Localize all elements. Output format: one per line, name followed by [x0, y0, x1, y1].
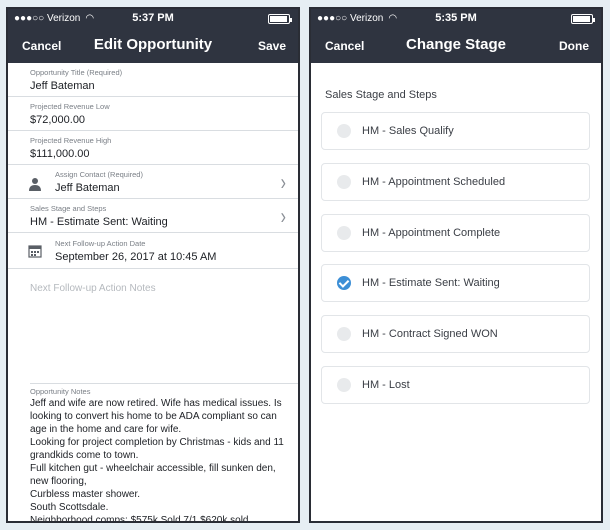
change-stage-screen: ●●●○○ Verizon ◠ 5:35 PM Cancel Change Sta…: [309, 7, 603, 523]
clock: 5:35 PM: [435, 12, 477, 24]
done-button[interactable]: Done: [559, 39, 589, 53]
stage-option-selected[interactable]: HM - Estimate Sent: Waiting: [321, 264, 590, 302]
divider: [30, 383, 298, 384]
battery-icon: [268, 14, 292, 24]
stage-option[interactable]: HM - Appointment Scheduled: [321, 163, 590, 201]
radio-icon: [337, 226, 351, 240]
sales-stage-field[interactable]: Sales Stage and Steps HM - Estimate Sent…: [8, 199, 298, 233]
field-label: Next Follow-up Action Date: [55, 239, 146, 248]
followup-notes-input[interactable]: Next Follow-up Action Notes: [30, 283, 156, 294]
navigation-bar: ●●●○○ Verizon ◠ 5:37 PM Cancel Edit Oppor…: [8, 9, 298, 63]
revenue-low-field[interactable]: Projected Revenue Low $72,000.00: [8, 97, 298, 131]
navigation-bar: ●●●○○ Verizon ◠ 5:35 PM Cancel Change Sta…: [311, 9, 601, 63]
page-title: Edit Opportunity: [93, 36, 213, 53]
chevron-right-icon: ›: [280, 205, 286, 230]
stage-option[interactable]: HM - Contract Signed WON: [321, 315, 590, 353]
revenue-high-field[interactable]: Projected Revenue High $111,000.00: [8, 131, 298, 165]
status-bar: ●●●○○ Verizon ◠ 5:35 PM: [311, 9, 601, 29]
radio-icon: [337, 124, 351, 138]
stage-label: HM - Contract Signed WON: [362, 328, 498, 340]
page-title: Change Stage: [405, 36, 507, 53]
stage-label: HM - Appointment Complete: [362, 227, 501, 239]
stage-label: HM - Lost: [362, 379, 410, 391]
opportunity-title-field[interactable]: Opportunity Title (Required) Jeff Batema…: [8, 63, 298, 97]
field-value: Jeff Bateman: [55, 182, 120, 194]
chevron-right-icon: ›: [280, 171, 286, 196]
calendar-icon: [28, 245, 42, 258]
assign-contact-field[interactable]: Assign Contact (Required) Jeff Bateman ›: [8, 165, 298, 199]
stage-label: HM - Sales Qualify: [362, 125, 454, 137]
opportunity-notes-input[interactable]: Jeff and wife are now retired. Wife has …: [30, 397, 292, 521]
edit-opportunity-screen: ●●●○○ Verizon ◠ 5:37 PM Cancel Edit Oppor…: [6, 7, 300, 523]
stage-option[interactable]: HM - Lost: [321, 366, 590, 404]
field-label: Assign Contact (Required): [55, 170, 143, 179]
battery-icon: [571, 14, 595, 24]
stage-list: Sales Stage and Steps HM - Sales Qualify…: [311, 63, 601, 521]
radio-icon: [337, 327, 351, 341]
stage-label: HM - Appointment Scheduled: [362, 176, 506, 188]
form: Opportunity Title (Required) Jeff Batema…: [8, 63, 298, 521]
person-icon: [29, 178, 41, 191]
field-label: Opportunity Title (Required): [30, 68, 123, 77]
status-bar: ●●●○○ Verizon ◠ 5:37 PM: [8, 9, 298, 29]
field-value: $111,000.00: [30, 148, 90, 160]
field-value: Jeff Bateman: [30, 80, 95, 92]
stage-label: HM - Estimate Sent: Waiting: [362, 277, 500, 289]
save-button[interactable]: Save: [258, 39, 286, 53]
field-value: September 26, 2017 at 10:45 AM: [55, 251, 217, 263]
field-label: Projected Revenue High: [30, 136, 112, 145]
field-value: $72,000.00: [30, 114, 86, 126]
stage-option[interactable]: HM - Sales Qualify: [321, 112, 590, 150]
field-label: Projected Revenue Low: [30, 102, 110, 111]
checkmark-icon: [337, 276, 351, 290]
field-value: HM - Estimate Sent: Waiting: [30, 216, 168, 228]
opportunity-notes-label: Opportunity Notes: [30, 387, 91, 396]
followup-date-field[interactable]: Next Follow-up Action Date September 26,…: [8, 233, 298, 269]
field-label: Sales Stage and Steps: [30, 204, 107, 213]
radio-icon: [337, 378, 351, 392]
stage-option[interactable]: HM - Appointment Complete: [321, 214, 590, 252]
clock: 5:37 PM: [132, 12, 174, 24]
radio-icon: [337, 175, 351, 189]
section-title: Sales Stage and Steps: [325, 89, 437, 101]
